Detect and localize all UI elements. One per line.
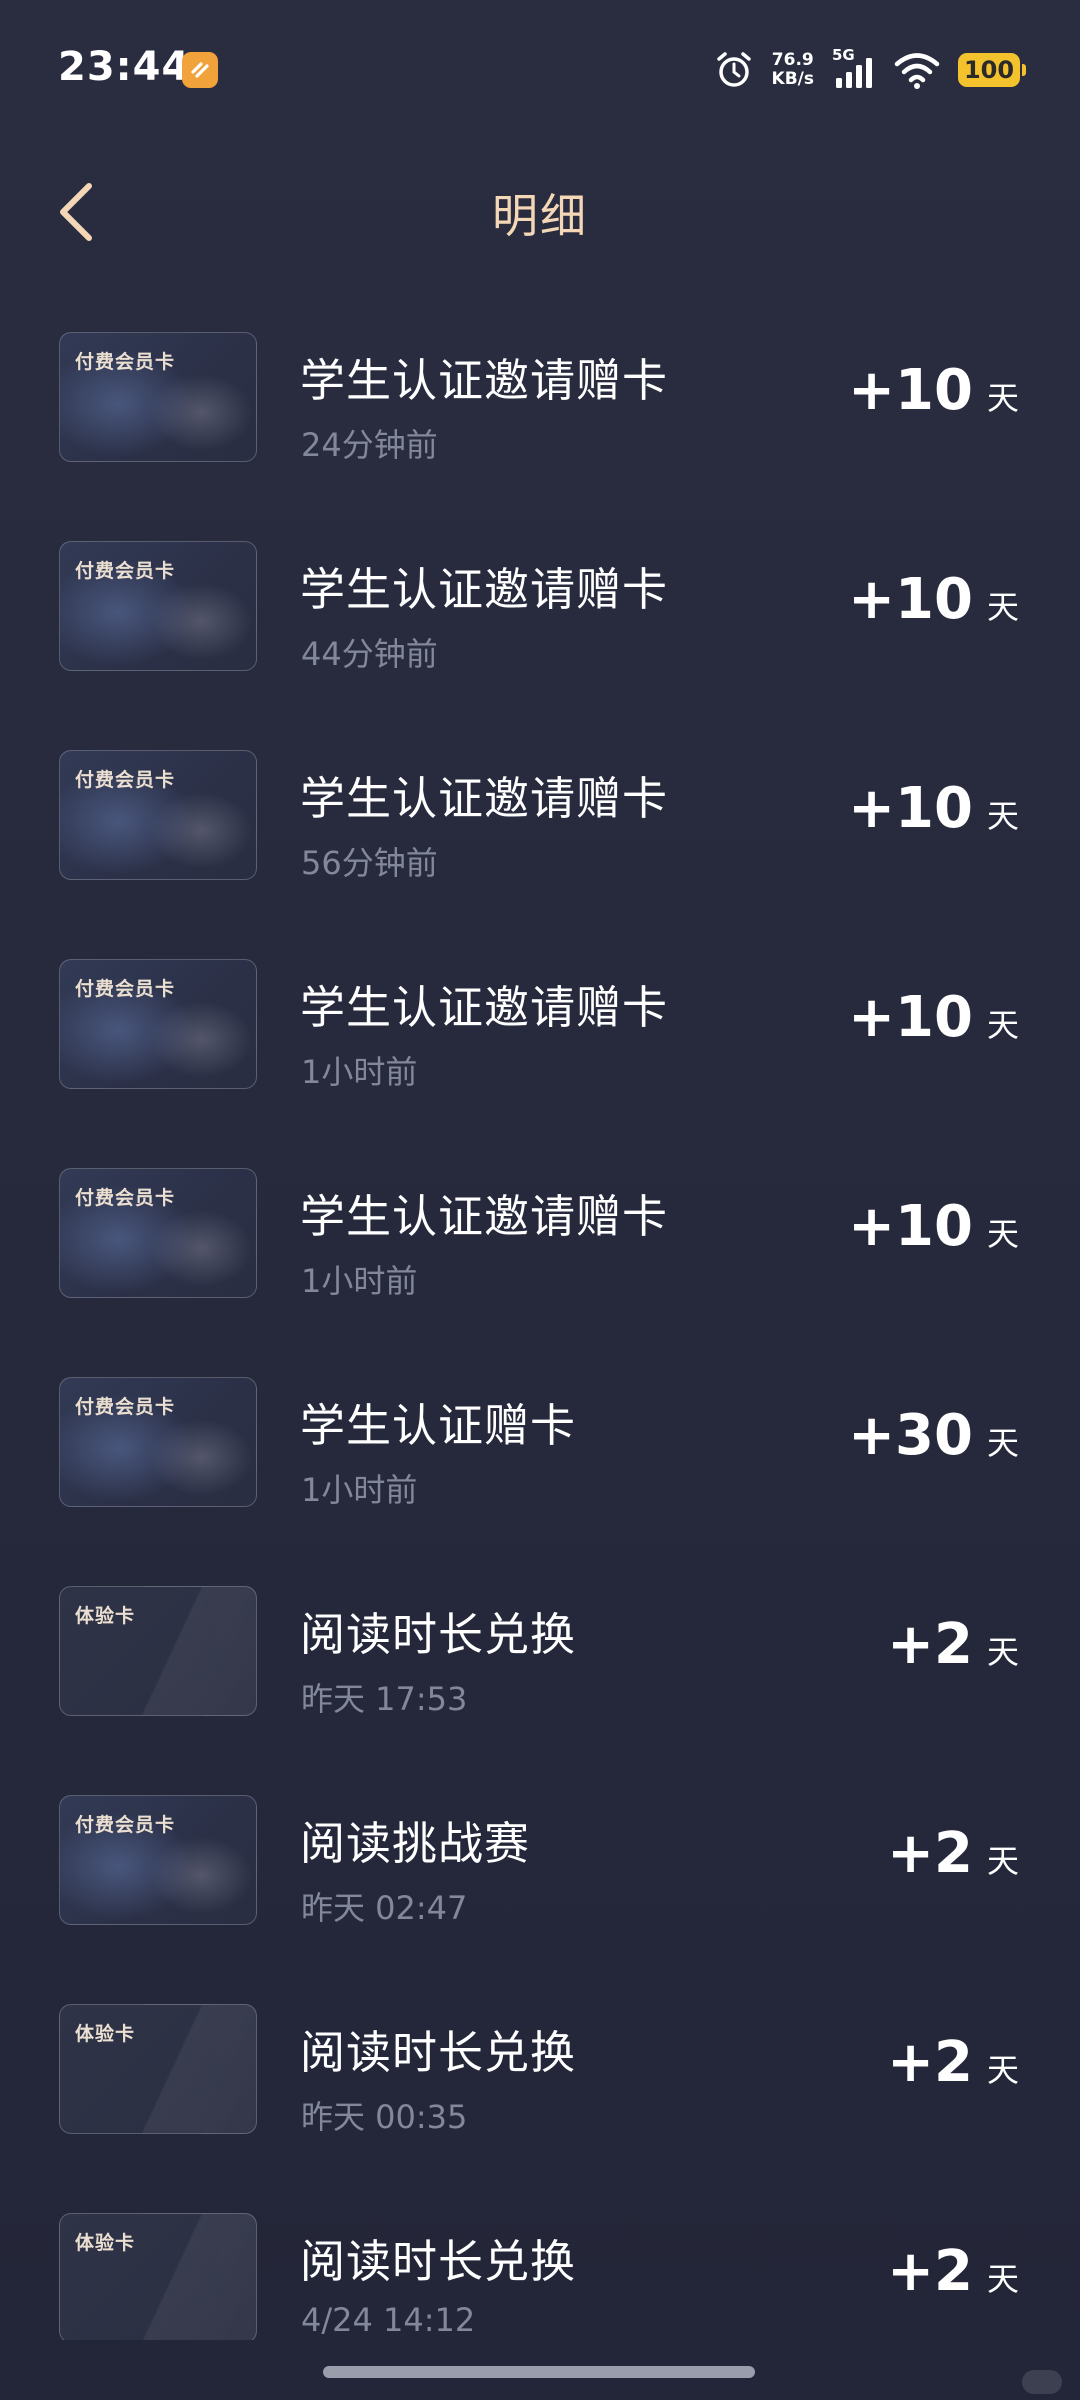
paid-member-card-thumbnail: 付费会员卡 bbox=[59, 1377, 257, 1507]
card-label: 体验卡 bbox=[75, 1605, 136, 1627]
network-speed-value: 76.9 bbox=[771, 50, 814, 70]
record-time: 昨天 17:53 bbox=[301, 1680, 468, 1718]
record-amount-value: +2 bbox=[887, 1612, 973, 1677]
record-amount: +10 天 bbox=[848, 358, 1019, 423]
record-amount: +10 天 bbox=[848, 776, 1019, 841]
card-label: 付费会员卡 bbox=[75, 560, 176, 582]
record-amount-unit: 天 bbox=[986, 797, 1019, 835]
record-amount-unit: 天 bbox=[986, 588, 1019, 626]
record-title: 学生认证邀请赠卡 bbox=[300, 563, 669, 616]
battery-level: 100 bbox=[963, 56, 1015, 84]
watermark-badge bbox=[1022, 2370, 1062, 2394]
paid-member-card-thumbnail: 付费会员卡 bbox=[59, 1795, 257, 1925]
record-amount-unit: 天 bbox=[986, 2051, 1019, 2089]
record-item[interactable]: 付费会员卡 学生认证邀请赠卡 44分钟前 +10 天 bbox=[0, 519, 1080, 728]
paid-member-card-thumbnail: 付费会员卡 bbox=[59, 750, 257, 880]
record-title: 学生认证邀请赠卡 bbox=[300, 1190, 669, 1243]
record-title: 学生认证邀请赠卡 bbox=[300, 354, 669, 407]
record-amount-unit: 天 bbox=[986, 1424, 1019, 1462]
record-amount: +2 天 bbox=[887, 2030, 1019, 2095]
record-amount-unit: 天 bbox=[986, 1215, 1019, 1253]
record-title: 阅读时长兑换 bbox=[300, 1608, 577, 1661]
card-label: 付费会员卡 bbox=[75, 1814, 176, 1836]
card-label: 付费会员卡 bbox=[75, 1187, 176, 1209]
record-amount-value: +2 bbox=[887, 1821, 973, 1886]
paid-member-card-thumbnail: 付费会员卡 bbox=[59, 332, 257, 462]
record-amount: +10 天 bbox=[848, 567, 1019, 632]
record-item[interactable]: 体验卡 阅读时长兑换昨天 17:53 +2 天 bbox=[0, 1564, 1080, 1773]
status-icons: 76.9 KB/s 5G 100 bbox=[714, 44, 1026, 96]
card-label: 付费会员卡 bbox=[75, 769, 176, 791]
record-amount-value: +2 bbox=[887, 2030, 973, 2095]
record-title: 学生认证赠卡 bbox=[300, 1399, 577, 1452]
alarm-icon bbox=[716, 52, 751, 87]
record-amount-value: +10 bbox=[848, 358, 973, 423]
trial-card-thumbnail: 体验卡 bbox=[59, 2004, 257, 2134]
record-amount: +10 天 bbox=[848, 985, 1019, 1050]
home-indicator[interactable] bbox=[323, 2366, 755, 2378]
record-amount: +10 天 bbox=[848, 1194, 1019, 1259]
record-time: 4/24 14:12 bbox=[301, 2301, 476, 2339]
trial-card-thumbnail: 体验卡 bbox=[59, 1586, 257, 1716]
card-label: 付费会员卡 bbox=[75, 1396, 176, 1418]
record-amount-value: +10 bbox=[848, 567, 973, 632]
page-title: 明细 bbox=[492, 189, 588, 243]
record-amount-unit: 天 bbox=[986, 1633, 1019, 1671]
record-list[interactable]: 付费会员卡 学生认证邀请赠卡 24分钟前 +10 天付费会员卡 学生认证邀请赠卡 44分钟前… bbox=[0, 310, 1080, 2340]
record-time: 1小时前 bbox=[301, 1053, 418, 1091]
record-title: 阅读时长兑换 bbox=[300, 2026, 577, 2079]
card-label: 付费会员卡 bbox=[75, 978, 176, 1000]
record-amount-value: +30 bbox=[848, 1403, 973, 1468]
status-bar: 23:44 76.9 KB/s 5G 100 bbox=[0, 0, 1080, 140]
paid-member-card-thumbnail: 付费会员卡 bbox=[59, 959, 257, 1089]
record-amount-unit: 天 bbox=[986, 1842, 1019, 1880]
record-item[interactable]: 付费会员卡 阅读挑战赛昨天 02:47 +2 天 bbox=[0, 1773, 1080, 1982]
record-item[interactable]: 付费会员卡 学生认证邀请赠卡 1小时前 +10 天 bbox=[0, 937, 1080, 1146]
record-time: 44分钟前 bbox=[301, 635, 438, 673]
record-time: 1小时前 bbox=[301, 1262, 418, 1300]
record-title: 学生认证邀请赠卡 bbox=[300, 772, 669, 825]
card-label: 体验卡 bbox=[75, 2023, 136, 2045]
record-amount: +30 天 bbox=[848, 1403, 1019, 1468]
record-amount-unit: 天 bbox=[986, 2260, 1019, 2298]
record-item[interactable]: 付费会员卡 学生认证赠卡 1小时前 +30 天 bbox=[0, 1355, 1080, 1564]
network-speed-unit: KB/s bbox=[771, 69, 814, 89]
record-amount: +2 天 bbox=[887, 2239, 1019, 2304]
record-time: 56分钟前 bbox=[301, 844, 438, 882]
wifi-icon bbox=[894, 53, 940, 89]
record-amount: +2 天 bbox=[887, 1821, 1019, 1886]
status-time: 23:44 bbox=[58, 44, 191, 90]
card-label: 体验卡 bbox=[75, 2232, 136, 2254]
record-title: 阅读挑战赛 bbox=[300, 1817, 531, 1870]
record-amount-value: +2 bbox=[887, 2239, 973, 2304]
signal-icon: 5G bbox=[832, 46, 876, 90]
record-item[interactable]: 付费会员卡 学生认证邀请赠卡 24分钟前 +10 天 bbox=[0, 310, 1080, 519]
record-time: 昨天 00:35 bbox=[301, 2098, 468, 2136]
record-amount-unit: 天 bbox=[986, 379, 1019, 417]
record-title: 阅读时长兑换 bbox=[300, 2235, 577, 2288]
battery-icon: 100 bbox=[958, 53, 1026, 87]
record-item[interactable]: 体验卡 阅读时长兑换 4/24 14:12 +2 天 bbox=[0, 2191, 1080, 2340]
trial-card-thumbnail: 体验卡 bbox=[59, 2213, 257, 2340]
record-amount: +2 天 bbox=[887, 1612, 1019, 1677]
record-amount-value: +10 bbox=[848, 985, 973, 1050]
record-title: 学生认证邀请赠卡 bbox=[300, 981, 669, 1034]
app-badge-icon bbox=[182, 52, 218, 88]
record-time: 24分钟前 bbox=[301, 426, 438, 464]
paid-member-card-thumbnail: 付费会员卡 bbox=[59, 1168, 257, 1298]
record-time: 昨天 02:47 bbox=[301, 1889, 468, 1927]
paid-member-card-thumbnail: 付费会员卡 bbox=[59, 541, 257, 671]
record-amount-value: +10 bbox=[848, 1194, 973, 1259]
record-amount-value: +10 bbox=[848, 776, 973, 841]
network-speed: 76.9 KB/s bbox=[772, 51, 814, 89]
record-item[interactable]: 付费会员卡 学生认证邀请赠卡 56分钟前 +10 天 bbox=[0, 728, 1080, 937]
record-item[interactable]: 付费会员卡 学生认证邀请赠卡 1小时前 +10 天 bbox=[0, 1146, 1080, 1355]
record-item[interactable]: 体验卡 阅读时长兑换昨天 00:35 +2 天 bbox=[0, 1982, 1080, 2191]
record-amount-unit: 天 bbox=[986, 1006, 1019, 1044]
card-label: 付费会员卡 bbox=[75, 351, 176, 373]
record-time: 1小时前 bbox=[301, 1471, 418, 1509]
